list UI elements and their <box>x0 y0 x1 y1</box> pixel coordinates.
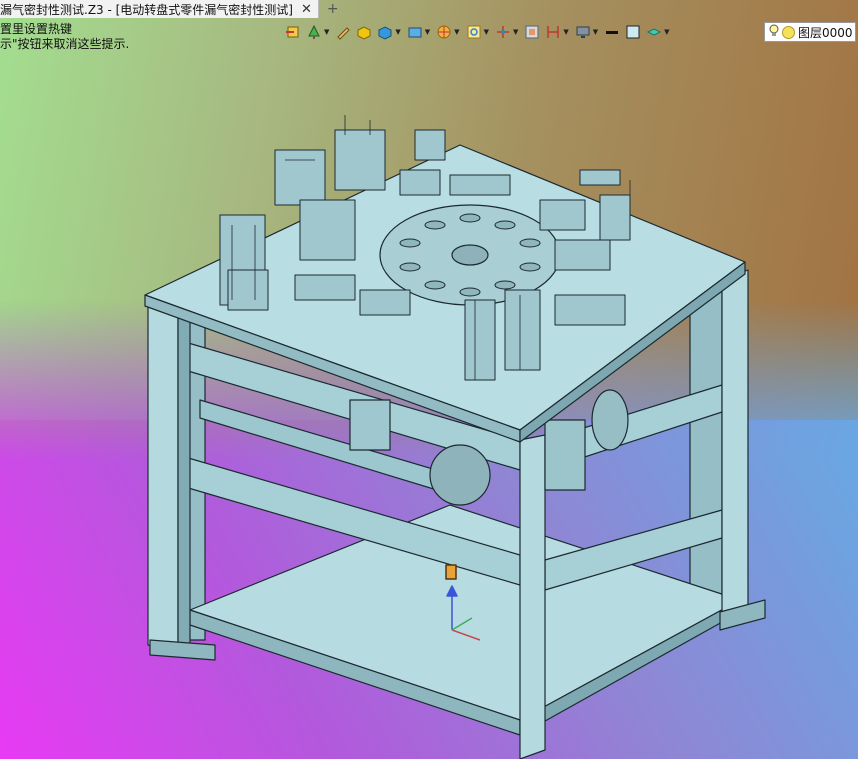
motor-block <box>349 399 391 451</box>
disc-hub <box>451 244 489 266</box>
chevron-down-icon[interactable]: ▼ <box>563 28 568 36</box>
axis-icon[interactable] <box>494 23 512 41</box>
chevron-down-icon[interactable]: ▼ <box>395 28 400 36</box>
chevron-down-icon[interactable]: ▼ <box>664 28 669 36</box>
tree-icon[interactable] <box>305 23 323 41</box>
pen-icon[interactable] <box>334 23 352 41</box>
target-icon[interactable] <box>435 23 453 41</box>
chevron-down-icon[interactable]: ▼ <box>484 28 489 36</box>
line-icon[interactable] <box>603 23 621 41</box>
leg-front-left-side <box>177 301 191 651</box>
exit-icon[interactable] <box>284 23 302 41</box>
solid-icon[interactable] <box>376 23 394 41</box>
leg-front-left <box>147 297 179 651</box>
close-icon[interactable]: ✕ <box>301 2 312 17</box>
color-icon[interactable] <box>624 23 642 41</box>
add-tab-icon[interactable]: + <box>327 1 339 17</box>
hint-text: 置里设置热键 示"按钮来取消这些提示. <box>0 22 129 52</box>
leg-front-center <box>519 434 546 759</box>
zoom-icon[interactable] <box>465 23 483 41</box>
hint-line-2: 示"按钮来取消这些提示. <box>0 37 130 51</box>
hint-line-1: 置里设置热键 <box>0 22 73 36</box>
render-icon[interactable] <box>406 23 424 41</box>
layer-color-icon[interactable] <box>782 25 795 39</box>
chevron-down-icon[interactable]: ▼ <box>593 28 598 36</box>
cad-model[interactable] <box>0 0 858 759</box>
frame-icon[interactable] <box>523 23 541 41</box>
chevron-down-icon[interactable]: ▼ <box>513 28 518 36</box>
lightbulb-icon[interactable] <box>769 24 779 41</box>
layer-selector[interactable]: 图层0000 <box>764 22 856 42</box>
leg-front-right <box>721 269 749 621</box>
document-tab-label: 漏气密封性测试.Z3 - [电动转盘式零件漏气密封性测试] <box>0 2 293 17</box>
dimension-icon[interactable] <box>544 23 562 41</box>
chevron-down-icon[interactable]: ▼ <box>454 28 459 36</box>
view-toolbar: ▼ ▼ ▼ ▼ ▼ ▼ ▼ ▼ ▼ <box>284 21 672 43</box>
pulley <box>591 389 629 451</box>
chevron-down-icon[interactable]: ▼ <box>425 28 430 36</box>
gearbox <box>544 419 586 491</box>
document-tab-bar: 漏气密封性测试.Z3 - [电动转盘式零件漏气密封性测试] ✕ + <box>0 0 858 18</box>
document-tab[interactable]: 漏气密封性测试.Z3 - [电动转盘式零件漏气密封性测试] ✕ <box>0 0 319 18</box>
layer-label: 图层0000 <box>798 25 853 40</box>
3d-viewport[interactable] <box>0 0 858 759</box>
motor-drum <box>429 444 491 506</box>
foot-front-left <box>149 639 216 661</box>
leg-back-right <box>689 271 723 611</box>
monitor-icon[interactable] <box>574 23 592 41</box>
chevron-down-icon[interactable]: ▼ <box>324 28 329 36</box>
layer-stack-icon[interactable] <box>645 23 663 41</box>
box-icon[interactable] <box>355 23 373 41</box>
